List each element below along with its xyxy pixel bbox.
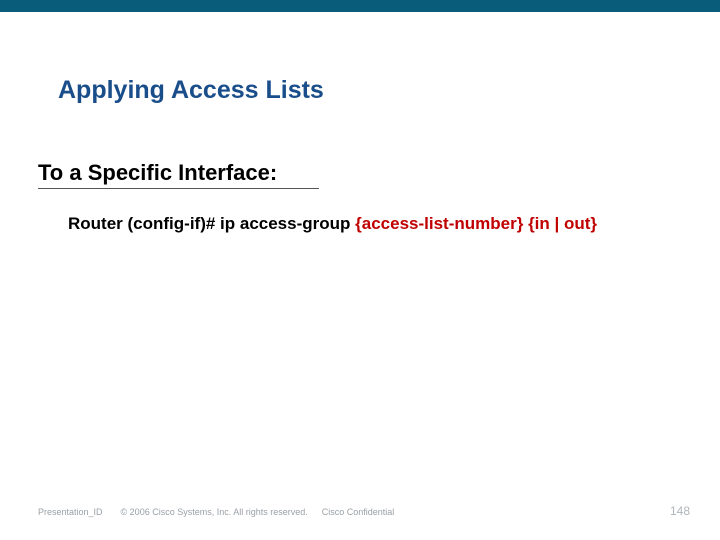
- subtitle: To a Specific Interface:: [38, 160, 319, 189]
- footer-page-number: 148: [670, 504, 690, 518]
- footer: Presentation_ID © 2006 Cisco Systems, In…: [38, 504, 690, 518]
- footer-copyright: © 2006 Cisco Systems, Inc. All rights re…: [121, 507, 308, 517]
- command-arg-direction: {in | out}: [528, 214, 597, 233]
- slide: Applying Access Lists To a Specific Inte…: [0, 0, 720, 540]
- top-bar: [0, 0, 720, 12]
- command-prefix: Router (config-if)# ip access-group: [68, 214, 355, 233]
- command-line: Router (config-if)# ip access-group {acc…: [68, 213, 670, 235]
- slide-title: Applying Access Lists: [58, 76, 324, 105]
- footer-confidential: Cisco Confidential: [322, 507, 395, 517]
- command-arg-acl-number: {access-list-number}: [355, 214, 523, 233]
- footer-presentation-id: Presentation_ID: [38, 507, 103, 517]
- subtitle-wrap: To a Specific Interface:: [38, 160, 682, 189]
